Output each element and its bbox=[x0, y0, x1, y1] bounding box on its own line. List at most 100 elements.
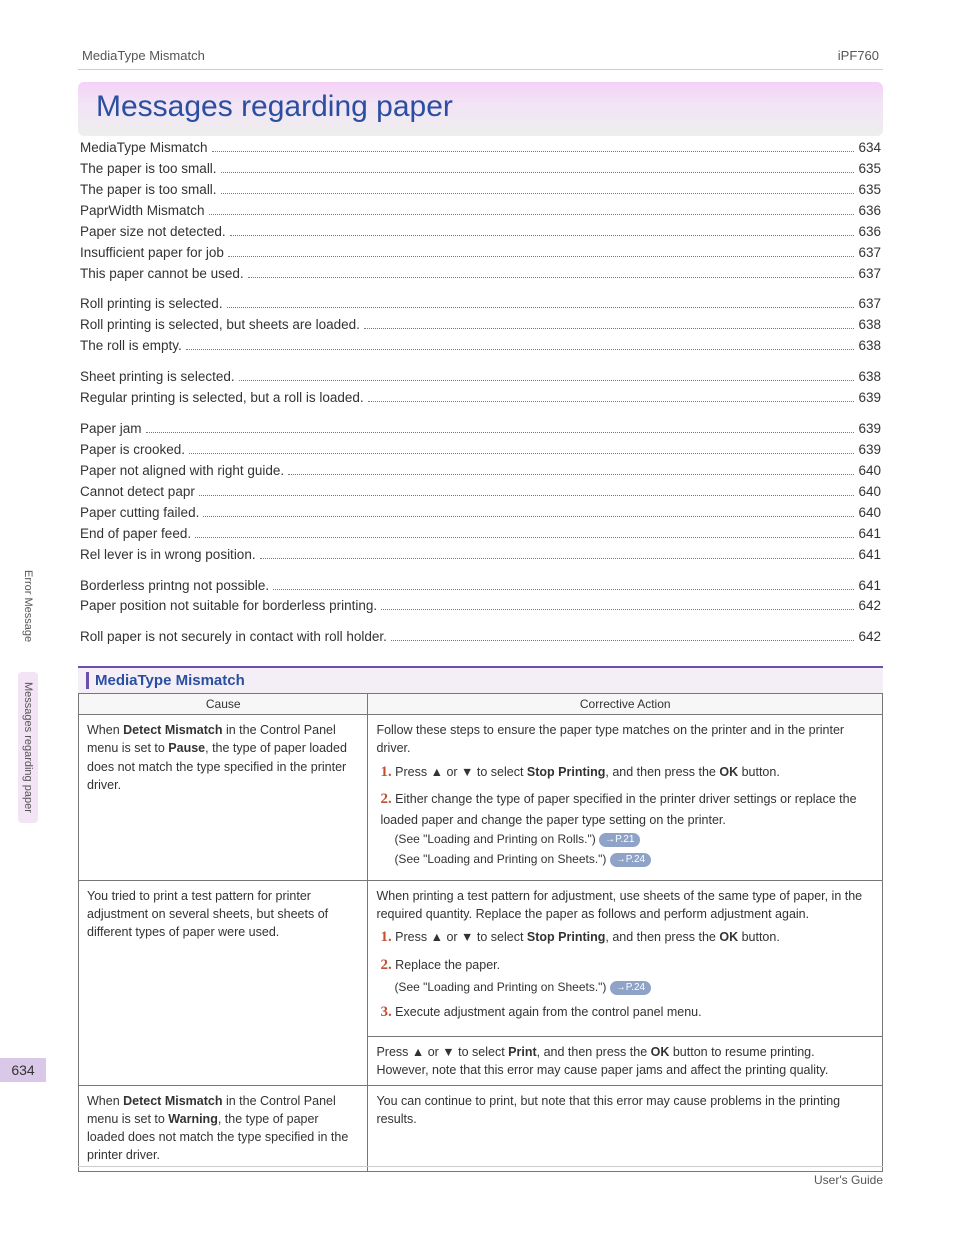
toc-leader bbox=[195, 537, 854, 538]
page-ref-link[interactable]: →P.21 bbox=[599, 833, 640, 847]
toc-page: 641 bbox=[858, 545, 881, 566]
step-3: 3. Execute adjustment again from the con… bbox=[380, 1002, 874, 1024]
toc-page: 635 bbox=[858, 180, 881, 201]
page-number-badge: 634 bbox=[0, 1058, 46, 1082]
action-cell: Follow these steps to ensure the paper t… bbox=[368, 715, 883, 881]
toc-leader bbox=[189, 453, 854, 454]
toc-entry[interactable]: MediaType Mismatch634 bbox=[80, 138, 881, 159]
cause-cell: You tried to print a test pattern for pr… bbox=[79, 880, 368, 1085]
page-ref-link[interactable]: →P.24 bbox=[610, 853, 651, 867]
header-topic: MediaType Mismatch bbox=[82, 48, 205, 63]
toc-entry[interactable]: Cannot detect papr 640 bbox=[80, 482, 881, 503]
table-row: When Detect Mismatch in the Control Pane… bbox=[79, 1086, 883, 1172]
toc-leader bbox=[146, 432, 855, 433]
toc-label: The paper is too small. bbox=[80, 159, 217, 180]
toc-leader bbox=[186, 349, 855, 350]
toc-page: 640 bbox=[858, 461, 881, 482]
toc-page: 640 bbox=[858, 482, 881, 503]
toc-leader bbox=[260, 558, 855, 559]
toc-entry[interactable]: Roll paper is not securely in contact wi… bbox=[80, 627, 881, 648]
toc-label: Sheet printing is selected. bbox=[80, 367, 235, 388]
table-row: You tried to print a test pattern for pr… bbox=[79, 880, 883, 1036]
toc-page: 634 bbox=[858, 138, 881, 159]
toc-page: 639 bbox=[858, 388, 881, 409]
toc-label: Paper not aligned with right guide. bbox=[80, 461, 284, 482]
th-action: Corrective Action bbox=[368, 694, 883, 715]
header-model: iPF760 bbox=[838, 48, 879, 63]
toc-page: 639 bbox=[858, 419, 881, 440]
th-cause: Cause bbox=[79, 694, 368, 715]
toc-label: Paper size not detected. bbox=[80, 222, 226, 243]
toc-label: The roll is empty. bbox=[80, 336, 182, 357]
toc-entry[interactable]: Insufficient paper for job637 bbox=[80, 243, 881, 264]
page-title: Messages regarding paper bbox=[96, 90, 865, 124]
toc-leader bbox=[230, 235, 855, 236]
step-2: 2. Replace the paper. (See "Loading and … bbox=[380, 955, 874, 996]
action-intro: Follow these steps to ensure the paper t… bbox=[376, 721, 874, 757]
toc-label: Roll printing is selected, but sheets ar… bbox=[80, 315, 360, 336]
toc-page: 640 bbox=[858, 503, 881, 524]
side-tab-error-message[interactable]: Error Message bbox=[18, 560, 38, 652]
toc-page: 642 bbox=[858, 627, 881, 648]
toc-entry[interactable]: Sheet printing is selected.638 bbox=[80, 367, 881, 388]
toc-entry[interactable]: PaprWidth Mismatch 636 bbox=[80, 201, 881, 222]
side-tab-messages-paper[interactable]: Messages regarding paper bbox=[18, 672, 38, 823]
page-header: MediaType Mismatch iPF760 bbox=[78, 48, 883, 70]
toc-page: 639 bbox=[858, 440, 881, 461]
toc-label: PaprWidth Mismatch bbox=[80, 201, 205, 222]
toc-page: 637 bbox=[858, 294, 881, 315]
toc-label: Insufficient paper for job bbox=[80, 243, 224, 264]
toc-page: 636 bbox=[858, 222, 881, 243]
toc-leader bbox=[212, 151, 855, 152]
toc-entry[interactable]: Paper is crooked. 639 bbox=[80, 440, 881, 461]
toc-entry[interactable]: Paper jam639 bbox=[80, 419, 881, 440]
subsection-title: MediaType Mismatch bbox=[86, 672, 875, 689]
toc-entry[interactable]: This paper cannot be used.637 bbox=[80, 264, 881, 285]
toc-leader bbox=[273, 589, 854, 590]
toc-page: 638 bbox=[858, 315, 881, 336]
toc-leader bbox=[248, 277, 855, 278]
toc-leader bbox=[227, 307, 855, 308]
toc-leader bbox=[239, 380, 855, 381]
toc-entry[interactable]: Roll printing is selected, but sheets ar… bbox=[80, 315, 881, 336]
toc-label: Cannot detect papr bbox=[80, 482, 195, 503]
toc-leader bbox=[391, 640, 855, 641]
table-of-contents: MediaType Mismatch634The paper is too sm… bbox=[78, 138, 883, 648]
toc-entry[interactable]: The paper is too small. 635 bbox=[80, 180, 881, 201]
toc-entry[interactable]: Paper size not detected. 636 bbox=[80, 222, 881, 243]
step-1: 1. Press ▲ or ▼ to select Stop Printing,… bbox=[380, 927, 874, 949]
toc-entry[interactable]: The paper is too small.635 bbox=[80, 159, 881, 180]
toc-entry[interactable]: Paper cutting failed. 640 bbox=[80, 503, 881, 524]
page-footer: User's Guide bbox=[78, 1166, 883, 1187]
section-title-band: Messages regarding paper bbox=[78, 82, 883, 136]
toc-entry[interactable]: Paper not aligned with right guide. 640 bbox=[80, 461, 881, 482]
step-1: 1. Press ▲ or ▼ to select Stop Printing,… bbox=[380, 762, 874, 784]
toc-entry[interactable]: End of paper feed.641 bbox=[80, 524, 881, 545]
toc-label: The paper is too small. bbox=[80, 180, 217, 201]
side-tabs: Error Message Messages regarding paper bbox=[18, 560, 48, 823]
toc-label: Paper is crooked. bbox=[80, 440, 185, 461]
toc-entry[interactable]: Paper position not suitable for borderle… bbox=[80, 596, 881, 617]
toc-entry[interactable]: Borderless printng not possible. 641 bbox=[80, 576, 881, 597]
toc-page: 636 bbox=[858, 201, 881, 222]
toc-label: Paper position not suitable for borderle… bbox=[80, 596, 377, 617]
toc-leader bbox=[364, 328, 855, 329]
toc-entry[interactable]: The roll is empty. 638 bbox=[80, 336, 881, 357]
toc-leader bbox=[228, 256, 855, 257]
toc-label: Paper cutting failed. bbox=[80, 503, 199, 524]
toc-entry[interactable]: Roll printing is selected.637 bbox=[80, 294, 881, 315]
toc-page: 638 bbox=[858, 336, 881, 357]
toc-page: 641 bbox=[858, 524, 881, 545]
page-ref-link[interactable]: →P.24 bbox=[610, 981, 651, 995]
toc-leader bbox=[381, 609, 854, 610]
toc-page: 637 bbox=[858, 264, 881, 285]
toc-leader bbox=[221, 193, 855, 194]
toc-page: 642 bbox=[858, 596, 881, 617]
toc-entry[interactable]: Regular printing is selected, but a roll… bbox=[80, 388, 881, 409]
toc-label: Borderless printng not possible. bbox=[80, 576, 269, 597]
toc-page: 641 bbox=[858, 576, 881, 597]
subsection-heading-bar: MediaType Mismatch bbox=[78, 666, 883, 693]
action-cell: You can continue to print, but note that… bbox=[368, 1086, 883, 1172]
cause-cell: When Detect Mismatch in the Control Pane… bbox=[79, 1086, 368, 1172]
toc-entry[interactable]: Rel lever is in wrong position.641 bbox=[80, 545, 881, 566]
